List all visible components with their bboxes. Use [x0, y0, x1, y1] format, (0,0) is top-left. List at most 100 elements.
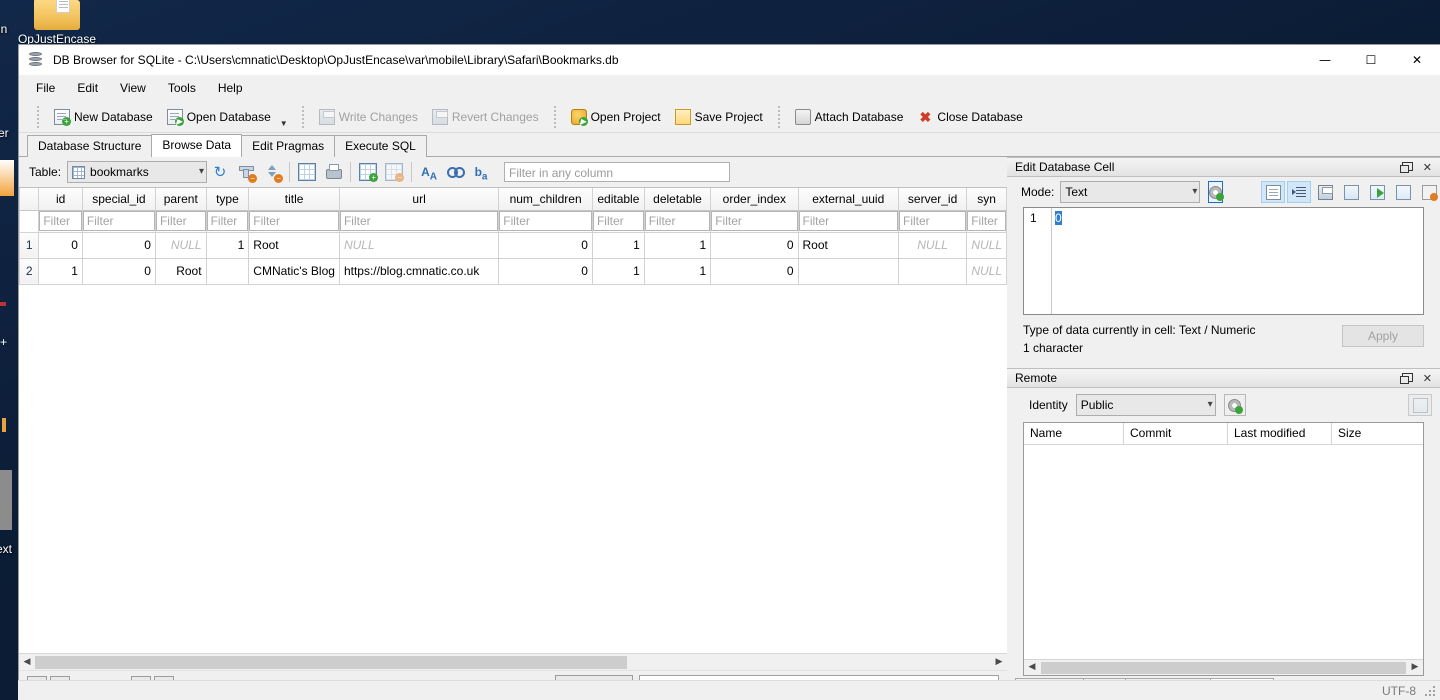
cell-id[interactable]: 1: [38, 257, 83, 285]
column-header-server_id[interactable]: server_id: [897, 188, 968, 211]
cell-num_children[interactable]: 0: [498, 257, 593, 285]
cell-type[interactable]: [205, 257, 250, 285]
cell-editable[interactable]: 1: [591, 257, 645, 285]
cell-parent[interactable]: NULL: [154, 231, 207, 259]
filter-input-type[interactable]: Filter: [207, 211, 248, 231]
cell-editable[interactable]: 1: [591, 231, 645, 259]
desktop-icon-opjustencase[interactable]: OpJustEncase: [14, 0, 100, 46]
cell-deletable[interactable]: 1: [643, 231, 712, 259]
cell-order_index[interactable]: 0: [710, 257, 799, 285]
refresh-button[interactable]: ↻: [207, 160, 233, 184]
close-panel-icon[interactable]: ✕: [1423, 373, 1432, 384]
menu-item-file[interactable]: File: [25, 78, 66, 98]
print-button[interactable]: [320, 160, 346, 184]
filter-input-num_children[interactable]: Filter: [499, 211, 592, 231]
maximize-button[interactable]: ☐: [1348, 45, 1394, 75]
cell-special_id[interactable]: 0: [81, 257, 156, 285]
filter-input-url[interactable]: Filter: [340, 211, 498, 231]
grid-corner-cell[interactable]: [19, 188, 40, 211]
scroll-right-icon[interactable]: ▶: [991, 654, 1007, 670]
title-bar[interactable]: DB Browser for SQLite - C:\Users\cmnatic…: [19, 45, 1440, 75]
apply-button[interactable]: Apply: [1342, 325, 1424, 347]
cell-editor[interactable]: 1 0: [1023, 207, 1424, 315]
set-as-blob-button[interactable]: [1391, 181, 1415, 203]
attach-database-button[interactable]: Attach Database: [788, 106, 911, 128]
auto-switch-mode-button[interactable]: [1208, 181, 1225, 203]
table-select[interactable]: bookmarks ▾: [67, 161, 208, 183]
remote-horizontal-scrollbar[interactable]: ◀ ▶: [1024, 659, 1423, 675]
cell-syn[interactable]: NULL: [966, 257, 1007, 285]
column-header-order_index[interactable]: order_index: [710, 188, 799, 211]
column-header-title[interactable]: title: [248, 188, 340, 211]
clear-sorting-button[interactable]: −: [259, 160, 285, 184]
column-header-num_children[interactable]: num_children: [498, 188, 593, 211]
table-row[interactable]: 1 0 0 NULL 1 Root NULL 0 1 1 0 Root NULL…: [19, 231, 1007, 259]
row-header[interactable]: 1: [19, 231, 40, 259]
cell-syn[interactable]: NULL: [966, 231, 1007, 259]
filter-input-deletable[interactable]: Filter: [645, 211, 710, 231]
set-as-null-button[interactable]: [1417, 181, 1440, 203]
mode-select[interactable]: Text ▾: [1060, 181, 1201, 203]
column-header-syn[interactable]: syn: [966, 188, 1007, 211]
filter-input-editable[interactable]: Filter: [593, 211, 644, 231]
cell-editor-content[interactable]: 0: [1052, 208, 1423, 314]
insert-record-button[interactable]: +: [355, 160, 381, 184]
open-project-button[interactable]: ▶ Open Project: [564, 106, 668, 128]
desktop-edge-icon-5[interactable]: [0, 302, 6, 306]
filter-input-special_id[interactable]: Filter: [83, 211, 155, 231]
delete-record-button[interactable]: −: [381, 160, 407, 184]
scroll-right-icon[interactable]: ▶: [1407, 660, 1423, 675]
filter-any-column-input[interactable]: Filter in any column: [504, 162, 731, 182]
revert-changes-button[interactable]: Revert Changes: [425, 106, 546, 128]
auto-indent-button[interactable]: [1287, 181, 1312, 203]
remote-column-size[interactable]: Size: [1332, 423, 1423, 444]
float-panel-icon[interactable]: [1399, 372, 1413, 384]
data-grid-scroll-area[interactable]: id special_id parent type title url num_…: [19, 188, 1007, 653]
resize-grip[interactable]: [1424, 685, 1436, 697]
column-header-editable[interactable]: editable: [591, 188, 645, 211]
row-header[interactable]: 2: [19, 257, 40, 285]
import-from-file-button[interactable]: [1313, 181, 1337, 203]
filter-input-server_id[interactable]: Filter: [899, 211, 966, 231]
column-header-external_uuid[interactable]: external_uuid: [797, 188, 900, 211]
filter-input-id[interactable]: Filter: [39, 211, 82, 231]
filter-input-external_uuid[interactable]: Filter: [799, 211, 898, 231]
column-header-parent[interactable]: parent: [154, 188, 207, 211]
export-to-file-button[interactable]: [1365, 181, 1389, 203]
cell-special_id[interactable]: 0: [81, 231, 156, 259]
close-button[interactable]: ✕: [1394, 45, 1440, 75]
identity-select[interactable]: Public ▾: [1075, 394, 1216, 416]
open-database-button[interactable]: ▶ Open Database: [160, 106, 278, 128]
scroll-thumb[interactable]: [35, 655, 627, 669]
scroll-track[interactable]: [35, 654, 991, 670]
desktop-edge-icon-2[interactable]: +: [0, 335, 10, 349]
menu-item-help[interactable]: Help: [207, 78, 254, 98]
copy-cell-button[interactable]: [1339, 181, 1363, 203]
cell-url[interactable]: https://blog.cmnatic.co.uk: [338, 257, 500, 285]
scroll-left-icon[interactable]: ◀: [19, 654, 35, 670]
filter-input-syn[interactable]: Filter: [967, 211, 1006, 231]
cell-num_children[interactable]: 0: [498, 231, 593, 259]
column-header-url[interactable]: url: [338, 188, 500, 211]
column-header-deletable[interactable]: deletable: [643, 188, 712, 211]
column-header-special_id[interactable]: special_id: [81, 188, 156, 211]
conditional-format-button[interactable]: ba: [468, 160, 494, 184]
push-to-remote-button[interactable]: [1408, 394, 1432, 416]
remote-column-name[interactable]: Name: [1024, 423, 1124, 444]
remote-table-body[interactable]: [1024, 445, 1423, 659]
filter-input-parent[interactable]: Filter: [156, 211, 206, 231]
tab-edit-pragmas[interactable]: Edit Pragmas: [241, 135, 336, 157]
cell-title[interactable]: CMNatic's Blog: [248, 257, 340, 285]
filter-input-title[interactable]: Filter: [249, 211, 339, 231]
minimize-button[interactable]: —: [1302, 45, 1348, 75]
desktop-edge-icon-1[interactable]: [0, 160, 14, 196]
cell-external_uuid[interactable]: [797, 257, 900, 285]
tab-browse-data[interactable]: Browse Data: [151, 134, 243, 157]
filter-input-order_index[interactable]: Filter: [711, 211, 798, 231]
desktop-edge-icon-4[interactable]: [0, 470, 12, 530]
word-wrap-button[interactable]: [1261, 181, 1286, 203]
find-button[interactable]: [442, 160, 468, 184]
close-panel-icon[interactable]: ✕: [1423, 162, 1432, 173]
column-header-type[interactable]: type: [205, 188, 250, 211]
table-row[interactable]: 2 1 0 Root CMNatic's Blog https://blog.c…: [19, 257, 1007, 285]
